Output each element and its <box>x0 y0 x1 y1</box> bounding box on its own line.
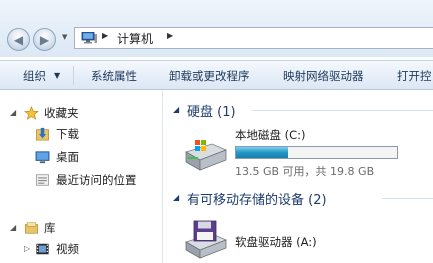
hard-drive-icon <box>184 140 228 171</box>
group-title: 硬盘 (1) <box>187 105 236 120</box>
drive-name: 软盘驱动器 (A:) <box>235 235 317 249</box>
group-divider <box>252 110 433 111</box>
recent-pages-dropdown-icon[interactable]: ▼ <box>62 33 67 41</box>
drive-name: 本地磁盘 (C:) <box>235 128 306 142</box>
address-input[interactable]: ▶ 计算机 ▶ <box>74 27 433 49</box>
nav-item-label: 下载 <box>56 127 79 141</box>
nav-favorites[interactable]: ◢ 收藏夹 <box>0 104 163 122</box>
back-button[interactable]: ◀ <box>7 28 30 51</box>
drive-usage-bar <box>235 146 398 159</box>
organize-dropdown-icon: ▼ <box>54 71 61 80</box>
breadcrumb-separator-icon[interactable]: ▶ <box>102 31 108 40</box>
collapse-icon[interactable]: ◢ <box>10 108 16 117</box>
drive-usage-fill <box>236 147 288 158</box>
content-pane: ◢ 硬盘 (1) 本地磁盘 (C:) 13.5 GB 可用，共 19.8 GB … <box>164 90 433 263</box>
computer-icon <box>81 32 97 44</box>
back-arrow-icon: ◀ <box>13 32 24 47</box>
nav-favorites-label: 收藏夹 <box>44 106 79 120</box>
star-icon <box>24 106 39 120</box>
desktop-icon <box>35 151 50 164</box>
toolbar-divider <box>73 66 74 85</box>
command-toolbar: 组织 ▼ 系统属性 卸载或更改程序 映射网络驱动器 打开控 <box>0 60 433 90</box>
nav-item-desktop[interactable]: 桌面 <box>0 148 163 166</box>
nav-item-label: 最近访问的位置 <box>56 173 137 187</box>
nav-libraries[interactable]: ◢ 库 <box>0 219 163 237</box>
group-header-removable[interactable]: ◢ 有可移动存储的设备 (2) <box>164 188 433 208</box>
organize-button[interactable]: 组织 <box>23 68 46 84</box>
breadcrumb-computer[interactable]: 计算机 <box>117 30 153 47</box>
video-library-icon <box>36 243 49 255</box>
open-control-panel-button[interactable]: 打开控 <box>397 68 432 84</box>
drive-free-space: 13.5 GB 可用，共 19.8 GB <box>235 165 375 178</box>
drive-item-c[interactable]: 本地磁盘 (C:) 13.5 GB 可用，共 19.8 GB <box>178 126 414 182</box>
floppy-drive-icon <box>184 220 228 259</box>
nav-item-recent-places[interactable]: 最近访问的位置 <box>0 171 163 189</box>
forward-arrow-icon: ▶ <box>39 32 50 47</box>
nav-libraries-label: 库 <box>44 221 56 235</box>
nav-item-label: 视频 <box>56 242 79 256</box>
group-header-hard-disks[interactable]: ◢ 硬盘 (1) <box>164 100 433 120</box>
expand-icon[interactable]: ▷ <box>24 244 30 253</box>
downloads-folder-icon <box>36 127 49 141</box>
nav-item-label: 桌面 <box>56 150 79 164</box>
recent-places-icon <box>36 174 49 186</box>
collapse-group-icon[interactable]: ◢ <box>173 193 179 202</box>
group-divider <box>382 198 433 199</box>
group-title: 有可移动存储的设备 (2) <box>187 193 327 208</box>
breadcrumb-separator-icon[interactable]: ▶ <box>167 31 173 40</box>
library-icon <box>25 222 38 234</box>
address-bar-area: ◀ ▶ ▼ ▶ 计算机 ▶ <box>0 0 433 57</box>
forward-button[interactable]: ▶ <box>33 28 56 51</box>
drive-item-a[interactable]: 软盘驱动器 (A:) <box>178 216 414 262</box>
navigation-pane: ◢ 收藏夹 下载 桌面 最近访问的位置 ◢ 库 ▷ 视频 <box>0 90 163 263</box>
uninstall-program-button[interactable]: 卸载或更改程序 <box>169 68 250 84</box>
map-network-drive-button[interactable]: 映射网络驱动器 <box>283 68 364 84</box>
collapse-group-icon[interactable]: ◢ <box>173 105 179 114</box>
nav-item-downloads[interactable]: 下载 <box>0 125 163 143</box>
nav-item-videos[interactable]: ▷ 视频 <box>0 240 163 258</box>
system-properties-button[interactable]: 系统属性 <box>91 68 137 84</box>
collapse-icon[interactable]: ◢ <box>10 223 16 232</box>
